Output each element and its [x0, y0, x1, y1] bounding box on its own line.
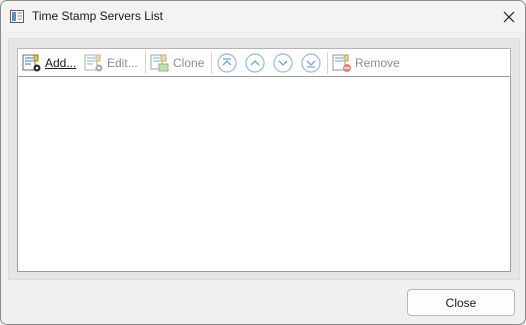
edit-button-label: Edit... — [107, 56, 138, 70]
window-app-icon — [10, 10, 24, 23]
window-title: Time Stamp Servers List — [32, 9, 163, 23]
edit-server-icon — [84, 54, 103, 72]
clone-button-label: Clone — [173, 56, 205, 70]
toolbar-separator — [145, 52, 146, 74]
window-close-button[interactable] — [495, 4, 523, 30]
add-server-icon — [22, 54, 41, 72]
move-up-icon[interactable] — [245, 53, 265, 73]
clone-server-icon — [150, 54, 169, 72]
clone-button[interactable]: Clone — [150, 52, 204, 74]
close-button-label: Close — [445, 295, 477, 310]
title-bar: Time Stamp Servers List — [1, 1, 525, 32]
remove-button[interactable]: Remove — [332, 52, 400, 74]
add-button[interactable]: Add... — [22, 52, 76, 74]
remove-server-icon — [332, 54, 351, 72]
edit-button[interactable]: Edit... — [84, 52, 138, 74]
dialog-window: Time Stamp Servers List Add... Edit... C… — [0, 0, 526, 325]
close-icon — [503, 11, 515, 23]
move-down-icon[interactable] — [273, 53, 293, 73]
remove-button-label: Remove — [355, 56, 400, 70]
toolbar-separator — [211, 52, 212, 74]
close-button[interactable]: Close — [407, 289, 515, 316]
servers-panel: Add... Edit... Clone Remove — [8, 38, 520, 280]
toolbar: Add... Edit... Clone Remove — [17, 48, 511, 77]
move-to-top-icon[interactable] — [217, 53, 237, 73]
servers-list[interactable] — [17, 76, 511, 272]
toolbar-separator — [327, 52, 328, 74]
add-button-label: Add... — [45, 56, 77, 70]
move-to-bottom-icon[interactable] — [301, 53, 321, 73]
